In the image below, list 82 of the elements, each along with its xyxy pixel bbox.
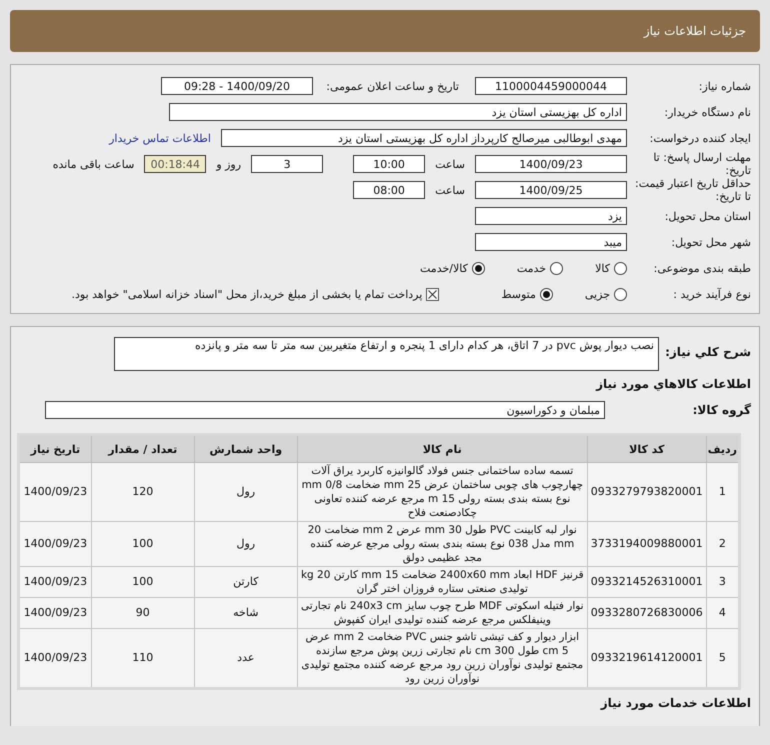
radio-button[interactable] bbox=[550, 262, 564, 274]
field-label: گروه کالا: bbox=[692, 403, 751, 417]
field-label: حداقل تاریخ اعتبار قیمت: تا تاریخ: bbox=[634, 177, 751, 203]
table-cell: 1400/09/23 bbox=[18, 522, 92, 566]
time-label: ساعت bbox=[434, 184, 466, 196]
table-cell: 100 bbox=[91, 566, 194, 598]
section-heading: اطلاعات خدمات مورد نياز bbox=[600, 695, 751, 712]
column-header: تعداد / مقدار bbox=[91, 434, 194, 462]
table-cell: 1 bbox=[706, 462, 740, 522]
deadline-time-field: 10:00 bbox=[353, 155, 426, 173]
table-cell: 110 bbox=[91, 628, 194, 688]
column-header: نام کالا bbox=[297, 434, 588, 462]
column-header: واحد شمارش bbox=[194, 434, 298, 462]
table-cell: کارتن bbox=[194, 566, 298, 598]
table-cell: 0933219614120001 bbox=[587, 628, 706, 688]
table-cell: شاخه bbox=[194, 598, 298, 628]
field-label: نام دستگاه خریدار: bbox=[663, 106, 751, 118]
city-field: میبد bbox=[475, 233, 627, 251]
table-cell: 1400/09/23 bbox=[18, 628, 92, 688]
radio-button[interactable] bbox=[614, 288, 627, 300]
radio-label: خدمت bbox=[516, 262, 546, 274]
field-label: نوع فرآیند خرید : bbox=[672, 288, 751, 300]
validity-date-field: 1400/09/25 bbox=[475, 181, 627, 199]
field-label: ایجاد کننده درخواست: bbox=[648, 132, 751, 144]
field-label: طبقه بندی موضوعی: bbox=[652, 262, 751, 274]
table-cell: 2 bbox=[706, 522, 740, 566]
contact-link[interactable]: اطلاعات تماس خریدار bbox=[105, 132, 215, 144]
table-cell: 4 bbox=[706, 598, 740, 628]
table-cell: 90 bbox=[91, 598, 194, 628]
announce-date-field: 1400/09/20 - 09:28 bbox=[161, 77, 313, 95]
table-cell: 3733194009880001 bbox=[587, 522, 706, 566]
radio-label: کالا bbox=[595, 262, 610, 274]
table-cell: 100 bbox=[91, 522, 194, 566]
days-label: روز و bbox=[214, 158, 242, 170]
field-label: شهر محل تحویل: bbox=[670, 236, 751, 248]
field-label: تاریخ و ساعت اعلان عمومی: bbox=[325, 80, 460, 92]
deadline-date-field: 1400/09/23 bbox=[475, 155, 627, 173]
table-cell: نوار فتیله اسکوتی MDF طرح چوب سایز 240x3 cm نام تجارتی وینیفلکس مرجع عرضه کننده تولیدی ایران کفپوش bbox=[297, 598, 588, 628]
table-cell: 120 bbox=[91, 462, 194, 522]
goods-group-field: مبلمان و دکوراسیون bbox=[45, 401, 605, 419]
field-label: شماره نیاز: bbox=[698, 80, 751, 92]
page-title: جزئیات اطلاعات نیاز bbox=[644, 24, 746, 38]
radio-label: متوسط bbox=[501, 288, 536, 300]
table-cell: قرنیز HDF ابعاد 2400x60 mm ضخامت 15 mm کارتن 20 kg تولیدی صنعتی ستاره فروزان اختر گران bbox=[297, 566, 588, 598]
radio-button[interactable] bbox=[540, 288, 553, 300]
radio-label: کالا/خدمت bbox=[420, 262, 468, 274]
time-label: ساعت bbox=[434, 158, 466, 170]
column-header: تاریخ نیاز bbox=[18, 434, 92, 462]
field-label: شرح کلي نياز: bbox=[665, 344, 751, 359]
checkbox-label: پرداخت تمام یا بخشی از مبلغ خرید،از محل "اسناد خزانه اسلامی" خواهد بود. bbox=[72, 288, 422, 300]
table-cell: 0933214526310001 bbox=[587, 566, 706, 598]
radio-label: جزیی bbox=[584, 288, 610, 300]
column-header: کد کالا bbox=[587, 434, 706, 462]
radio-button[interactable] bbox=[614, 262, 627, 274]
description-field: نصب دیوار پوش pvc در 7 اتاق، هر کدام دارای 1 پنجره و ارتفاع متغیربین سه متر تا سه متر و پانزده bbox=[114, 337, 659, 371]
table-cell: 1400/09/23 bbox=[18, 462, 92, 522]
remaining-label: ساعت باقی مانده bbox=[52, 158, 136, 170]
province-field: یزد bbox=[475, 207, 627, 225]
remaining-time-field: 00:18:44 bbox=[144, 155, 206, 173]
need-number-field: 1100004459000044 bbox=[475, 77, 627, 95]
field-label: استان محل تحویل: bbox=[664, 210, 751, 222]
table-cell: رول bbox=[194, 522, 298, 566]
table-cell: 3 bbox=[706, 566, 740, 598]
table-cell: 1400/09/23 bbox=[18, 598, 92, 628]
days-field: 3 bbox=[251, 155, 324, 173]
table-cell: ابزار دیوار و کف تیشی تاشو جنس PVC ضخامت 2 mm عرض 5 cm طول 300 cm نام تجارتی زرین پوش مرجع سازنده مجتمع تولیدی نوآوران زرین رود مرجع عرضه کننده مجتمع تولیدی نوآوران زرین رود bbox=[297, 628, 588, 688]
table-cell: عدد bbox=[194, 628, 298, 688]
table-cell: 5 bbox=[706, 628, 740, 688]
table-cell: 0933279793820001 bbox=[587, 462, 706, 522]
validity-time-field: 08:00 bbox=[353, 181, 426, 199]
column-header: ردیف bbox=[706, 434, 740, 462]
table-cell: نوار لبه کابینت PVC طول 30 mm عرض 2 mm ضخامت 20 mm مدل 038 نوع بسته بندی بسته رولی مرجع عرضه کننده مجد عظیمی دولق bbox=[297, 522, 588, 566]
checkbox[interactable] bbox=[426, 288, 440, 300]
table-cell: رول bbox=[194, 462, 298, 522]
buyer-field: اداره کل بهزیستی استان یزد bbox=[169, 103, 627, 121]
field-label: مهلت ارسال پاسخ: تا تاریخ: bbox=[652, 151, 751, 177]
table-cell: 1400/09/23 bbox=[18, 566, 92, 598]
requester-field: مهدی ابوطالبی میرصالح کارپرداز اداره کل بهزیستی استان یزد bbox=[221, 129, 627, 147]
table-cell: تسمه ساده ساختمانی جنس فولاد گالوانیزه کاربرد یراق آلات چهارچوب های چوبی ساختمان عرض 25 mm ضخامت 0/8 mm نوع بسته بندی بسته رولی 15 m مرجع عرضه کننده تعاونی چکادصنعت فلاح bbox=[297, 462, 588, 522]
table-cell: 0933280726830006 bbox=[587, 598, 706, 628]
radio-button[interactable] bbox=[472, 262, 485, 274]
section-heading: اطلاعات کالاهاي مورد نياز bbox=[596, 376, 751, 393]
